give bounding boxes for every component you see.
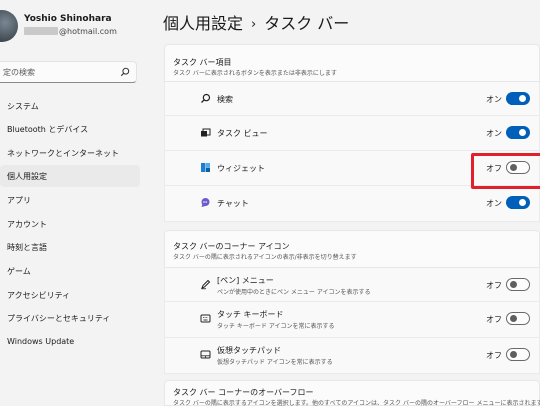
pen-menu-toggle[interactable]	[506, 278, 530, 291]
sidebar-item-gaming[interactable]: ゲーム	[0, 260, 140, 282]
chat-icon	[201, 198, 210, 207]
section-header[interactable]: タスク バーのコーナー アイコン タスク バーの隅に表示されるアイコンの表示/非…	[164, 230, 540, 268]
sidebar-item-label: アプリ	[7, 196, 31, 205]
task-view-icon	[201, 128, 211, 137]
section-title: タスク バー項目	[173, 58, 232, 67]
toggle-knob	[510, 281, 517, 288]
sidebar-item-network[interactable]: ネットワークとインターネット	[0, 142, 140, 164]
breadcrumb-separator: ›	[251, 17, 257, 32]
settings-search-input[interactable]: 定の検索	[0, 61, 137, 83]
toggle-knob	[519, 199, 526, 206]
sidebar-item-label: Bluetooth とデバイス	[7, 125, 89, 134]
virtual-touchpad-toggle[interactable]	[506, 348, 530, 361]
setting-label: 仮想タッチパッド	[217, 346, 281, 355]
task-view-toggle[interactable]	[506, 126, 530, 139]
toggle-state-label: オフ	[486, 315, 502, 324]
sidebar-item-privacy[interactable]: プライバシーとセキュリティ	[0, 307, 140, 329]
setting-label: タスク ビュー	[217, 129, 268, 138]
touch-keyboard-toggle[interactable]	[506, 312, 530, 325]
sidebar: Yoshio Shinohara @hotmail.com 定の検索 システム …	[0, 0, 140, 406]
sidebar-item-personalization[interactable]: 個人用設定	[0, 165, 140, 187]
setting-description: 仮想タッチパッド アイコンを常に表示する	[217, 359, 333, 366]
sidebar-item-label: Windows Update	[7, 337, 75, 346]
setting-label: タッチ キーボード	[217, 310, 284, 319]
page-title: 個人用設定 › タスク バー	[163, 10, 349, 34]
pen-icon	[201, 279, 211, 290]
toggle-knob	[519, 95, 526, 102]
toggle-state-label: オン	[486, 129, 502, 138]
sidebar-item-windows-update[interactable]: Windows Update	[0, 331, 140, 353]
section-description: タスク バーに表示されるボタンを表示または非表示にします	[173, 70, 337, 77]
toggle-knob	[510, 351, 517, 358]
user-email-domain: @hotmail.com	[59, 27, 117, 36]
sidebar-item-label: システム	[7, 102, 39, 111]
user-email: @hotmail.com	[24, 27, 117, 36]
toggle-state-label: オン	[486, 95, 502, 104]
breadcrumb-current: タスク バー	[264, 14, 350, 33]
sidebar-item-label: アクセシビリティ	[7, 291, 71, 300]
toggle-knob	[510, 315, 517, 322]
setting-description: ペンが使用中のときにペン メニュー アイコンを表示する	[217, 289, 371, 296]
setting-row-virtual-touchpad: 仮想タッチパッド 仮想タッチパッド アイコンを常に表示する オフ	[164, 338, 540, 374]
toggle-state-label: オフ	[486, 351, 502, 360]
setting-row-pen-menu: [ペン] メニュー ペンが使用中のときにペン メニュー アイコンを表示する オフ	[164, 268, 540, 302]
toggle-knob	[519, 129, 526, 136]
user-name: Yoshio Shinohara	[24, 14, 112, 24]
section-title: タスク バー コーナーのオーバーフロー	[173, 388, 314, 397]
sidebar-item-accessibility[interactable]: アクセシビリティ	[0, 284, 140, 306]
setting-label: チャット	[217, 199, 249, 208]
setting-description: タッチ キーボード アイコンを常に表示する	[217, 323, 335, 330]
setting-row-chat: チャット オン	[164, 186, 540, 222]
sidebar-item-accounts[interactable]: アカウント	[0, 213, 140, 235]
toggle-state-label: オフ	[486, 281, 502, 290]
email-redaction	[24, 27, 58, 35]
keyboard-icon	[200, 314, 211, 323]
setting-row-search: 検索 オン	[164, 82, 540, 116]
user-profile[interactable]: Yoshio Shinohara @hotmail.com	[0, 10, 140, 50]
sidebar-item-bluetooth[interactable]: Bluetooth とデバイス	[0, 118, 140, 140]
section-header[interactable]: タスク バー コーナーのオーバーフロー タスク バーの隅に表示するアイコンを選択…	[164, 380, 540, 406]
setting-row-touch-keyboard: タッチ キーボード タッチ キーボード アイコンを常に表示する オフ	[164, 302, 540, 338]
section-description: タスク バーの隅に表示されるアイコンの表示/非表示を切り替えます	[173, 254, 357, 261]
highlight-annotation	[471, 153, 540, 189]
touchpad-icon	[200, 350, 211, 359]
chat-toggle[interactable]	[506, 196, 530, 209]
setting-label: [ペン] メニュー	[217, 276, 274, 285]
section-description: タスク バーの隅に表示するアイコンを選択します。他のすべてのアイコンは、タスク …	[173, 400, 540, 406]
toggle-state-label: オン	[486, 199, 502, 208]
breadcrumb-parent[interactable]: 個人用設定	[163, 14, 243, 33]
sidebar-item-label: 時刻と言語	[7, 243, 47, 252]
setting-row-task-view: タスク ビュー オン	[164, 116, 540, 151]
sidebar-item-label: ゲーム	[7, 267, 31, 276]
search-icon	[201, 93, 211, 103]
sidebar-item-system[interactable]: システム	[0, 95, 140, 117]
avatar[interactable]	[0, 10, 18, 42]
sidebar-item-label: アカウント	[7, 220, 47, 229]
setting-label: ウィジェット	[217, 164, 265, 173]
sidebar-item-apps[interactable]: アプリ	[0, 189, 140, 211]
sidebar-item-label: 個人用設定	[7, 172, 47, 181]
section-title: タスク バーのコーナー アイコン	[173, 242, 290, 251]
sidebar-item-time-language[interactable]: 時刻と言語	[0, 236, 140, 258]
section-header[interactable]: タスク バー項目 タスク バーに表示されるボタンを表示または非表示にします	[164, 44, 540, 82]
search-placeholder: 定の検索	[3, 68, 35, 77]
sidebar-item-label: プライバシーとセキュリティ	[7, 314, 111, 323]
setting-label: 検索	[217, 95, 233, 104]
sidebar-item-label: ネットワークとインターネット	[7, 149, 119, 158]
widgets-icon	[201, 163, 210, 172]
search-toggle[interactable]	[506, 92, 530, 105]
search-icon[interactable]	[120, 67, 130, 77]
